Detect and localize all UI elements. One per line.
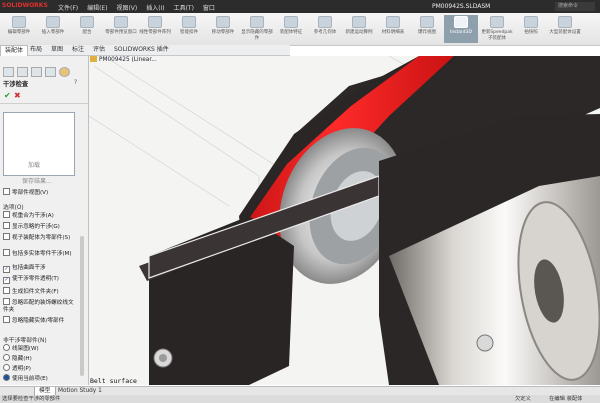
- preview-window-icon: [114, 16, 128, 28]
- assembly-feature-icon: [284, 16, 298, 28]
- assembly-icon: [90, 56, 97, 62]
- radio-use-current[interactable]: 使用当前项(E): [3, 374, 48, 383]
- status-editing: 在编辑 装配体: [549, 396, 583, 402]
- menu-insert[interactable]: 插入(I): [146, 5, 164, 12]
- ok-button[interactable]: ✔: [4, 91, 11, 100]
- property-manager-panel: 干涉检查 ? ✔ ✖ 加载 保存结果... 零部件视图(V) 选项(O) 视重合…: [0, 56, 89, 385]
- option-surface[interactable]: ✓ 包括曲面干涉: [3, 265, 46, 273]
- document-title: PM00942S.SLDASM: [432, 3, 491, 10]
- tab-assembly[interactable]: 装配体: [0, 45, 29, 56]
- display-manager-icon[interactable]: [59, 67, 70, 77]
- speedpak-icon: [490, 16, 504, 28]
- reference-geometry-icon: [318, 16, 332, 28]
- option-multibody[interactable]: 包括多实体零件干涉(M): [3, 249, 72, 258]
- large-assembly-button[interactable]: 大型装配体设置: [548, 15, 582, 43]
- instant3d-button[interactable]: Instant3D: [444, 15, 478, 43]
- cancel-button[interactable]: ✖: [14, 91, 21, 100]
- feature-tree-flyout[interactable]: PM009425 (Linear...: [90, 56, 160, 65]
- menu-window[interactable]: 窗口: [203, 5, 215, 12]
- tab-addins[interactable]: SOLIDWORKS 插件: [110, 45, 173, 55]
- insert-component-button[interactable]: 插入零部件: [36, 15, 70, 43]
- search-input[interactable]: 搜索命令: [555, 2, 595, 11]
- speedpak-button[interactable]: 更新Speedpak子装配体: [480, 15, 514, 43]
- component-preview-button[interactable]: 零部件预览窗口: [104, 15, 138, 43]
- reference-geometry-button[interactable]: 参考几何体: [308, 15, 342, 43]
- assembly-model: [89, 56, 600, 385]
- exploded-view-button[interactable]: 爆炸视图: [410, 15, 444, 43]
- title-bar: SOLIDWORKS 文件(F) 编辑(E) 视图(V) 插入(I) 工具(T)…: [0, 0, 600, 13]
- status-definition: 欠定义: [515, 396, 531, 402]
- divider: [0, 103, 88, 104]
- instant3d-icon: [454, 16, 468, 28]
- assembly-features-button[interactable]: 装配体特征: [274, 15, 308, 43]
- mate-button[interactable]: 配合: [70, 15, 104, 43]
- graphics-viewport[interactable]: [89, 56, 600, 385]
- radio-transparent[interactable]: 透明(P): [3, 364, 31, 373]
- option-subassembly[interactable]: 视子装配体为零部件(S): [3, 233, 70, 242]
- tab-sketch[interactable]: 草图: [47, 45, 67, 55]
- status-message: 选择要检查干涉的零部件: [2, 396, 61, 402]
- bom-icon: [386, 16, 400, 28]
- radio-hidden[interactable]: 隐藏(H): [3, 354, 32, 363]
- linear-pattern-button[interactable]: 线性零部件阵列: [138, 15, 172, 43]
- command-tabs: 装配体 布局 草图 标注 评估 SOLIDWORKS 插件: [0, 45, 290, 56]
- tab-evaluate[interactable]: 评估: [89, 45, 109, 55]
- mate-icon: [80, 16, 94, 28]
- linear-pattern-icon: [148, 16, 162, 28]
- panel-scrollbar[interactable]: [80, 236, 84, 376]
- save-results-button[interactable]: 保存结果...: [22, 176, 52, 185]
- solidworks-logo[interactable]: SOLIDWORKS: [2, 2, 48, 9]
- command-manager-ribbon: 编辑零部件 插入零部件 配合 零部件预览窗口 线性零部件阵列 智能扣件 移动零部…: [0, 13, 600, 46]
- tab-markup[interactable]: 标注: [68, 45, 88, 55]
- noninterfering-header[interactable]: 非干涉零部件(N): [3, 335, 47, 344]
- page-title: 干涉检查: [3, 81, 29, 88]
- exploded-view-icon: [420, 16, 434, 28]
- component-view-checkbox[interactable]: 零部件视图(V): [3, 188, 48, 197]
- option-hidden[interactable]: 忽略隐藏实体/零部件: [3, 316, 64, 325]
- camera-icon: [524, 16, 538, 28]
- help-icon[interactable]: ?: [74, 79, 77, 86]
- large-assembly-icon: [558, 16, 572, 28]
- show-hidden-icon: [250, 16, 264, 28]
- status-bar: 选择要检查干涉的零部件 欠定义 在编辑 装配体: [0, 395, 600, 403]
- move-component-button[interactable]: 移动零部件: [206, 15, 240, 43]
- option-fastener-folder[interactable]: 生成扣件文件夹(F): [3, 287, 59, 296]
- tab-layout[interactable]: 布局: [26, 45, 46, 55]
- property-manager-icon[interactable]: [17, 67, 28, 77]
- menu-edit[interactable]: 编辑(E): [87, 5, 107, 12]
- edit-component-button[interactable]: 编辑零部件: [2, 15, 36, 43]
- fastener-icon: [182, 16, 196, 28]
- option-transparent[interactable]: ✓ 使干涉零件透明(T): [3, 276, 59, 284]
- new-motion-study-button[interactable]: 新建运动算例: [342, 15, 376, 43]
- option-coincidence[interactable]: 视重合为干涉(A): [3, 211, 54, 220]
- edit-component-icon: [12, 16, 26, 28]
- motion-study-icon: [352, 16, 366, 28]
- dimxpert-icon[interactable]: [45, 67, 56, 77]
- menu-file[interactable]: 文件(F): [58, 5, 78, 12]
- options-header[interactable]: 选项(O): [3, 202, 24, 211]
- radio-wireframe[interactable]: 线架图(W): [3, 344, 39, 353]
- bom-button[interactable]: 材料明细表: [376, 15, 410, 43]
- take-snapshot-button[interactable]: 拍快照: [514, 15, 548, 43]
- compute-button[interactable]: 加载: [28, 160, 40, 169]
- viewport-label: Belt surface: [90, 377, 137, 385]
- option-show-ignored[interactable]: 显示忽略的干涉(G): [3, 222, 60, 231]
- smart-fasteners-button[interactable]: 智能扣件: [172, 15, 206, 43]
- option-thread[interactable]: 忽略匹配的装饰螺纹线文件夹: [3, 298, 75, 314]
- show-hidden-button[interactable]: 显示隐藏的零部件: [240, 15, 274, 43]
- configuration-manager-icon[interactable]: [31, 67, 42, 77]
- menu-bar: 文件(F) 编辑(E) 视图(V) 插入(I) 工具(T) 窗口: [58, 3, 222, 12]
- insert-component-icon: [46, 16, 60, 28]
- feature-tree-icon[interactable]: [3, 67, 14, 77]
- menu-view[interactable]: 视图(V): [116, 5, 137, 12]
- menu-tools[interactable]: 工具(T): [174, 5, 194, 12]
- move-icon: [216, 16, 230, 28]
